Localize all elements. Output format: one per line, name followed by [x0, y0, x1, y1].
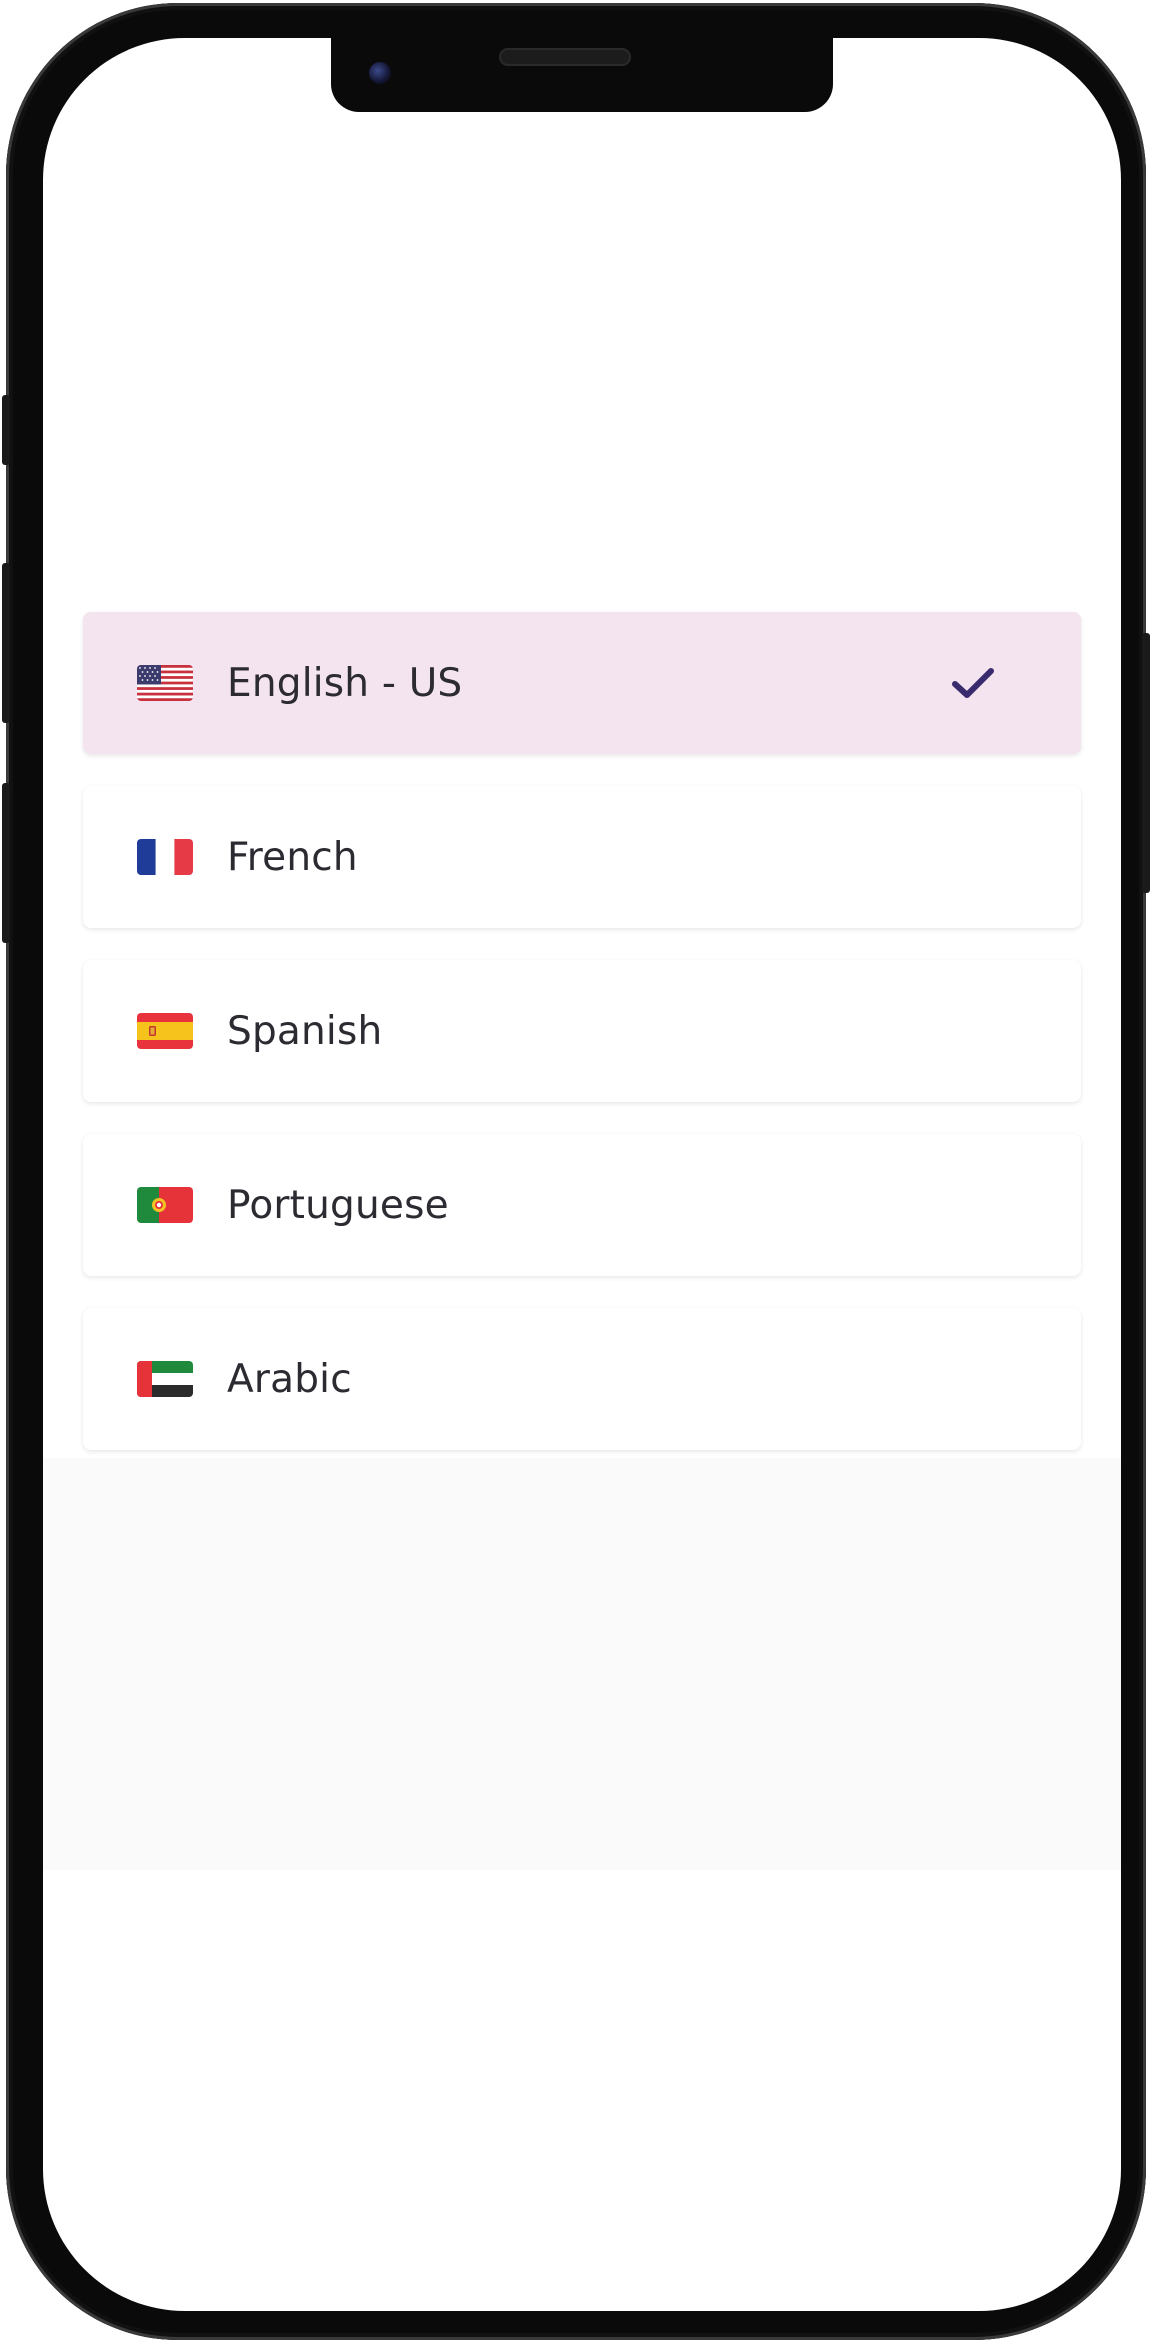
language-option-arabic[interactable]: Arabic — [83, 1308, 1081, 1450]
language-label: French — [227, 834, 358, 880]
language-label: Spanish — [227, 1008, 383, 1054]
checkmark-icon — [949, 663, 997, 703]
language-label: English - US — [227, 660, 463, 706]
power-button — [1142, 633, 1150, 893]
earpiece-speaker — [499, 48, 631, 66]
language-label: Portuguese — [227, 1182, 449, 1228]
phone-screen: English - US French Spanish Portuguese A… — [43, 38, 1121, 2311]
language-label: Arabic — [227, 1356, 352, 1402]
france-flag-icon — [137, 839, 193, 875]
volume-down-button — [2, 783, 10, 943]
spain-flag-icon — [137, 1013, 193, 1049]
background-panel — [43, 1458, 1121, 1870]
us-flag-icon — [137, 665, 193, 701]
portugal-flag-icon — [137, 1187, 193, 1223]
language-option-portuguese[interactable]: Portuguese — [83, 1134, 1081, 1276]
front-camera — [369, 62, 391, 84]
language-option-english-us[interactable]: English - US — [83, 612, 1081, 754]
mute-switch — [2, 395, 10, 465]
language-list: English - US French Spanish Portuguese A… — [83, 612, 1081, 1482]
language-option-spanish[interactable]: Spanish — [83, 960, 1081, 1102]
phone-frame: English - US French Spanish Portuguese A… — [2, 3, 1150, 2340]
notch — [331, 38, 833, 112]
uae-flag-icon — [137, 1361, 193, 1397]
volume-up-button — [2, 563, 10, 723]
language-option-french[interactable]: French — [83, 786, 1081, 928]
